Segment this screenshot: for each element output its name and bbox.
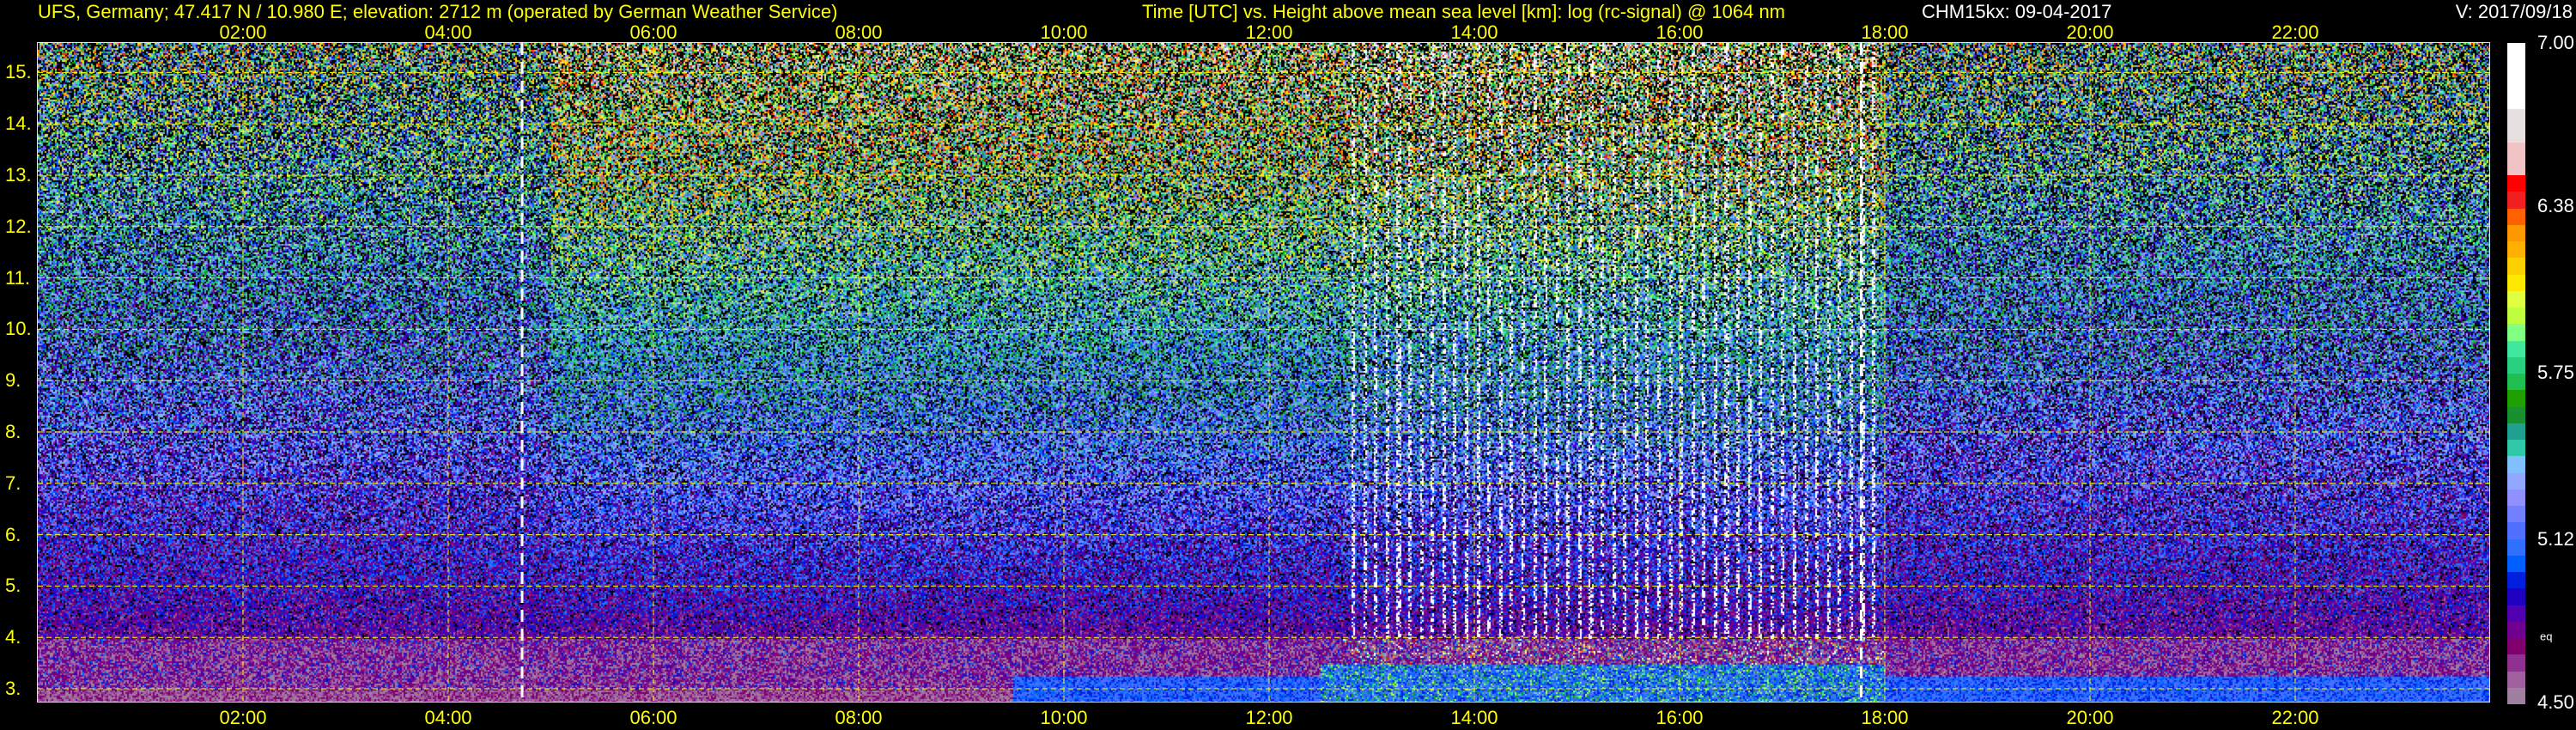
colorbar-swatch bbox=[2507, 274, 2525, 291]
colorbar-swatch bbox=[2507, 671, 2525, 688]
x-tick-label-top: 22:00 bbox=[2271, 21, 2319, 43]
y-tick-label: 5. bbox=[5, 575, 21, 597]
y-tick-label: 11. bbox=[5, 266, 30, 289]
colorbar-swatch bbox=[2507, 687, 2525, 704]
colorbar-swatch bbox=[2507, 555, 2525, 572]
x-tick-label-top: 06:00 bbox=[629, 21, 677, 43]
y-tick-label: 8. bbox=[5, 421, 21, 442]
colorbar-swatch bbox=[2507, 406, 2525, 423]
colorbar-swatch bbox=[2507, 76, 2525, 93]
y-tick-label: 3. bbox=[5, 678, 21, 699]
colorbar-tick-label: 7.00 bbox=[2537, 32, 2574, 53]
x-tick-label-bottom: 04:00 bbox=[424, 707, 472, 728]
colorbar-tick-label: 5.12 bbox=[2537, 527, 2574, 550]
colorbar-swatch bbox=[2507, 258, 2525, 275]
colorbar-swatch bbox=[2507, 654, 2525, 672]
colorbar-swatch bbox=[2507, 241, 2525, 259]
x-tick-label-top: 20:00 bbox=[2066, 21, 2114, 43]
colorbar-swatch bbox=[2507, 142, 2525, 159]
y-tick-label: 6. bbox=[5, 523, 21, 545]
y-tick-label: 12. bbox=[5, 215, 32, 237]
colorbar-swatch bbox=[2507, 92, 2525, 109]
colorbar-swatch bbox=[2507, 59, 2525, 76]
x-tick-label-bottom: 16:00 bbox=[1656, 707, 1704, 728]
colorbar-swatch bbox=[2507, 208, 2525, 225]
colorbar-swatch bbox=[2507, 109, 2525, 126]
y-tick-label: 7. bbox=[5, 471, 21, 494]
x-tick-label-bottom: 06:00 bbox=[629, 707, 677, 728]
x-tick-label-top: 02:00 bbox=[219, 21, 267, 43]
colorbar-swatch bbox=[2507, 224, 2525, 241]
x-tick-label-top: 14:00 bbox=[1450, 21, 1498, 43]
colorbar-swatch bbox=[2507, 43, 2525, 60]
colorbar-unit-label: eq bbox=[2540, 630, 2553, 643]
x-tick-label-bottom: 20:00 bbox=[2066, 707, 2114, 728]
colorbar-swatch bbox=[2507, 423, 2525, 440]
colorbar-swatch bbox=[2507, 356, 2525, 374]
colorbar-swatch bbox=[2507, 489, 2525, 506]
x-tick-label-bottom: 12:00 bbox=[1245, 707, 1293, 728]
x-tick-label-top: 10:00 bbox=[1040, 21, 1088, 43]
y-tick-label: 9. bbox=[5, 369, 21, 392]
x-tick-label-top: 08:00 bbox=[835, 21, 883, 43]
colorbar-swatch bbox=[2507, 621, 2525, 638]
colorbar-swatch bbox=[2507, 290, 2525, 307]
colorbar-tick-label: 5.75 bbox=[2537, 362, 2574, 383]
colorbar-swatch bbox=[2507, 638, 2525, 655]
colorbar-swatch bbox=[2507, 324, 2525, 341]
colorbar-swatch bbox=[2507, 175, 2525, 192]
x-tick-label-bottom: 02:00 bbox=[219, 707, 267, 728]
plot-title: Time [UTC] vs. Height above mean sea lev… bbox=[1142, 1, 1786, 22]
x-tick-label-top: 18:00 bbox=[1861, 21, 1909, 43]
version-label: V: 2017/09/18 bbox=[2455, 1, 2573, 22]
x-tick-label-bottom: 14:00 bbox=[1450, 707, 1498, 728]
x-tick-label-bottom: 18:00 bbox=[1861, 707, 1909, 728]
y-tick-label: 14. bbox=[5, 113, 32, 135]
backscatter-heatmap bbox=[38, 43, 2489, 702]
colorbar bbox=[2507, 43, 2525, 704]
instrument-label: CHM15kx: 09-04-2017 bbox=[1922, 1, 2112, 22]
colorbar-swatch bbox=[2507, 456, 2525, 473]
colorbar-swatch bbox=[2507, 538, 2525, 556]
x-tick-label-top: 04:00 bbox=[424, 21, 472, 43]
colorbar-swatch bbox=[2507, 440, 2525, 457]
x-tick-label-bottom: 10:00 bbox=[1040, 707, 1088, 728]
colorbar-swatch bbox=[2507, 374, 2525, 391]
colorbar-swatch bbox=[2507, 506, 2525, 523]
colorbar-tick-label: 6.38 bbox=[2537, 195, 2574, 217]
grid-overlay bbox=[38, 43, 2489, 702]
colorbar-swatch bbox=[2507, 472, 2525, 490]
y-tick-label: 4. bbox=[5, 626, 21, 648]
colorbar-swatch bbox=[2507, 125, 2525, 143]
x-tick-label-top: 16:00 bbox=[1656, 21, 1704, 43]
y-tick-label: 13. bbox=[5, 164, 32, 186]
x-tick-label-top: 12:00 bbox=[1245, 21, 1293, 43]
colorbar-swatch bbox=[2507, 192, 2525, 209]
colorbar-swatch bbox=[2507, 340, 2525, 357]
y-tick-label: 15. bbox=[5, 61, 32, 83]
colorbar-swatch bbox=[2507, 390, 2525, 407]
x-tick-label-bottom: 22:00 bbox=[2271, 707, 2319, 728]
x-tick-label-bottom: 08:00 bbox=[835, 707, 883, 728]
colorbar-swatch bbox=[2507, 588, 2525, 605]
colorbar-swatch bbox=[2507, 572, 2525, 589]
colorbar-swatch bbox=[2507, 158, 2525, 175]
colorbar-swatch bbox=[2507, 307, 2525, 325]
colorbar-tick-label: 4.50 bbox=[2537, 691, 2574, 713]
colorbar-swatch bbox=[2507, 522, 2525, 539]
colorbar-swatch bbox=[2507, 605, 2525, 622]
station-title: UFS, Germany; 47.417 N / 10.980 E; eleva… bbox=[38, 1, 838, 22]
y-tick-label: 10. bbox=[5, 318, 32, 340]
